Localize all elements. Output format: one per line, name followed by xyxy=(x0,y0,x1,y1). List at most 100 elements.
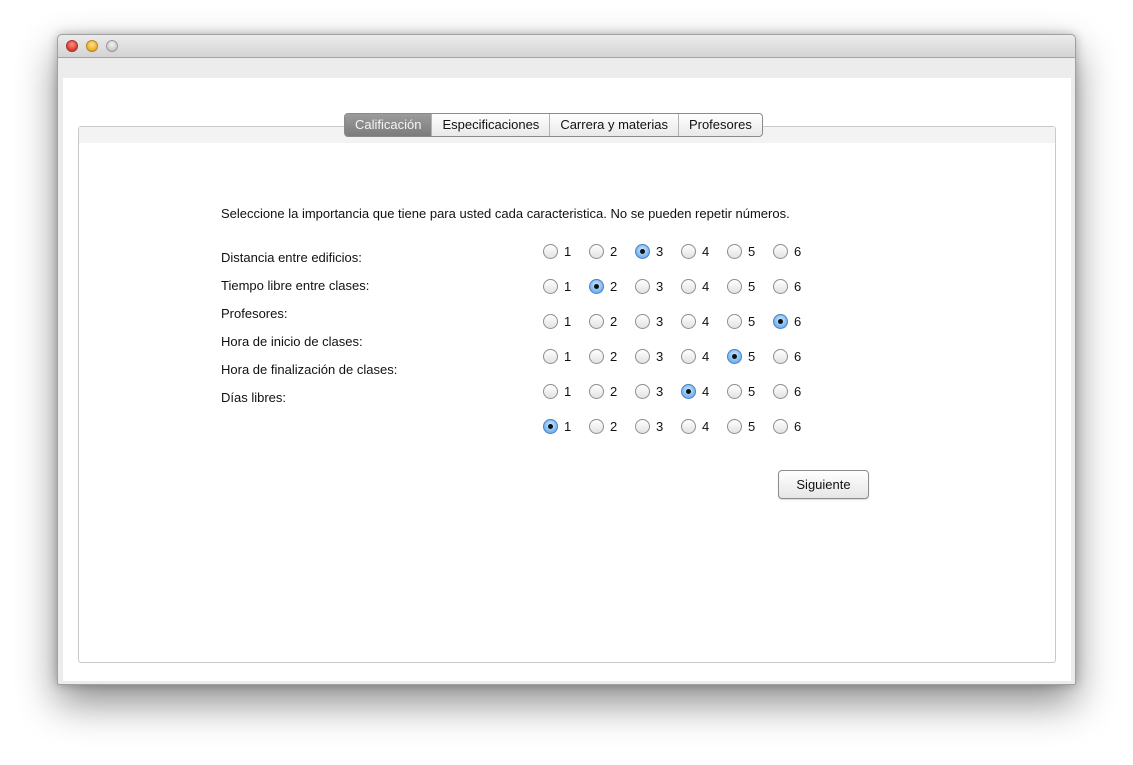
criterion-label-tiempo-libre: Tiempo libre entre clases: xyxy=(221,278,370,293)
radio-option[interactable]: 1 xyxy=(543,242,571,260)
radio-unchecked-icon[interactable] xyxy=(589,418,604,434)
radio-unchecked-icon[interactable] xyxy=(635,418,650,434)
radio-unchecked-icon[interactable] xyxy=(773,348,788,364)
radio-unchecked-icon[interactable] xyxy=(635,348,650,364)
tab-especificaciones[interactable]: Especificaciones xyxy=(431,114,549,136)
radio-unchecked-icon[interactable] xyxy=(681,313,696,329)
radio-unchecked-icon[interactable] xyxy=(727,418,742,434)
radio-option[interactable]: 4 xyxy=(681,417,709,435)
radio-option-label: 5 xyxy=(748,418,756,434)
radio-checked-icon[interactable] xyxy=(773,313,788,329)
radio-option[interactable]: 5 xyxy=(727,312,755,330)
siguiente-button[interactable]: Siguiente xyxy=(778,470,869,499)
radio-unchecked-icon[interactable] xyxy=(543,313,558,329)
criterion-label-hora-finalizacion: Hora de finalización de clases: xyxy=(221,362,398,377)
zoom-window-icon[interactable] xyxy=(106,40,118,52)
radio-option[interactable]: 3 xyxy=(635,382,663,400)
tab-bar: Calificación Especificaciones Carrera y … xyxy=(344,113,763,137)
radio-unchecked-icon[interactable] xyxy=(589,313,604,329)
radio-checked-icon[interactable] xyxy=(589,278,604,294)
radio-option[interactable]: 6 xyxy=(773,242,801,260)
app-window: Calificación Especificaciones Carrera y … xyxy=(57,34,1076,685)
radio-option[interactable]: 4 xyxy=(681,382,709,400)
radio-option-label: 1 xyxy=(564,278,572,294)
radio-option[interactable]: 6 xyxy=(773,312,801,330)
radio-unchecked-icon[interactable] xyxy=(543,243,558,259)
radio-option[interactable]: 2 xyxy=(589,347,617,365)
radio-option[interactable]: 3 xyxy=(635,312,663,330)
radio-unchecked-icon[interactable] xyxy=(727,313,742,329)
minimize-window-icon[interactable] xyxy=(86,40,98,52)
radio-unchecked-icon[interactable] xyxy=(727,278,742,294)
radio-unchecked-icon[interactable] xyxy=(543,278,558,294)
radio-unchecked-icon[interactable] xyxy=(543,383,558,399)
radio-option-label: 6 xyxy=(794,313,802,329)
radio-option-label: 3 xyxy=(656,313,664,329)
radio-option[interactable]: 5 xyxy=(727,347,755,365)
instruction-text: Seleccione la importancia que tiene para… xyxy=(221,206,790,221)
radio-checked-icon[interactable] xyxy=(635,243,650,259)
radio-option-label: 3 xyxy=(656,243,664,259)
radio-option-label: 3 xyxy=(656,383,664,399)
radio-option-label: 4 xyxy=(702,418,710,434)
radio-unchecked-icon[interactable] xyxy=(635,278,650,294)
radio-option[interactable]: 1 xyxy=(543,347,571,365)
radio-unchecked-icon[interactable] xyxy=(681,418,696,434)
radio-unchecked-icon[interactable] xyxy=(589,348,604,364)
radio-option[interactable]: 4 xyxy=(681,277,709,295)
radio-option[interactable]: 5 xyxy=(727,277,755,295)
radio-option[interactable]: 5 xyxy=(727,382,755,400)
radio-option[interactable]: 4 xyxy=(681,242,709,260)
radio-option[interactable]: 1 xyxy=(543,312,571,330)
radio-unchecked-icon[interactable] xyxy=(773,243,788,259)
radio-unchecked-icon[interactable] xyxy=(681,348,696,364)
radio-option-label: 5 xyxy=(748,243,756,259)
radio-unchecked-icon[interactable] xyxy=(727,383,742,399)
radio-option[interactable]: 2 xyxy=(589,382,617,400)
radio-option-label: 3 xyxy=(656,418,664,434)
close-window-icon[interactable] xyxy=(66,40,78,52)
radio-option[interactable]: 3 xyxy=(635,277,663,295)
radio-option[interactable]: 1 xyxy=(543,382,571,400)
radio-option[interactable]: 2 xyxy=(589,312,617,330)
radio-unchecked-icon[interactable] xyxy=(681,278,696,294)
radio-option-label: 4 xyxy=(702,313,710,329)
radio-checked-icon[interactable] xyxy=(543,418,558,434)
radio-option[interactable]: 4 xyxy=(681,312,709,330)
radio-unchecked-icon[interactable] xyxy=(681,243,696,259)
radio-option[interactable]: 2 xyxy=(589,277,617,295)
radio-unchecked-icon[interactable] xyxy=(727,243,742,259)
radio-option[interactable]: 6 xyxy=(773,277,801,295)
radio-option[interactable]: 2 xyxy=(589,417,617,435)
criterion-label-hora-inicio: Hora de inicio de clases: xyxy=(221,334,363,349)
radio-unchecked-icon[interactable] xyxy=(635,313,650,329)
radio-option[interactable]: 1 xyxy=(543,277,571,295)
radio-option[interactable]: 3 xyxy=(635,242,663,260)
radio-option[interactable]: 5 xyxy=(727,417,755,435)
radio-unchecked-icon[interactable] xyxy=(589,383,604,399)
tab-calificacion[interactable]: Calificación xyxy=(345,114,432,136)
radio-option[interactable]: 6 xyxy=(773,347,801,365)
radio-checked-icon[interactable] xyxy=(727,348,742,364)
radio-option[interactable]: 4 xyxy=(681,347,709,365)
radio-option-label: 1 xyxy=(564,383,572,399)
radio-checked-icon[interactable] xyxy=(681,383,696,399)
tab-profesores[interactable]: Profesores xyxy=(677,114,762,136)
radio-option[interactable]: 6 xyxy=(773,382,801,400)
radio-option-label: 5 xyxy=(748,278,756,294)
radio-option-label: 2 xyxy=(610,278,618,294)
radio-option[interactable]: 1 xyxy=(543,417,571,435)
radio-unchecked-icon[interactable] xyxy=(543,348,558,364)
radio-option[interactable]: 6 xyxy=(773,417,801,435)
radio-unchecked-icon[interactable] xyxy=(773,418,788,434)
tab-carrera-y-materias[interactable]: Carrera y materias xyxy=(549,114,678,136)
radio-option[interactable]: 3 xyxy=(635,417,663,435)
radio-unchecked-icon[interactable] xyxy=(773,278,788,294)
radio-option[interactable]: 3 xyxy=(635,347,663,365)
radio-option[interactable]: 2 xyxy=(589,242,617,260)
radio-unchecked-icon[interactable] xyxy=(635,383,650,399)
radio-unchecked-icon[interactable] xyxy=(589,243,604,259)
radio-unchecked-icon[interactable] xyxy=(773,383,788,399)
radio-option[interactable]: 5 xyxy=(727,242,755,260)
radio-option-label: 5 xyxy=(748,313,756,329)
